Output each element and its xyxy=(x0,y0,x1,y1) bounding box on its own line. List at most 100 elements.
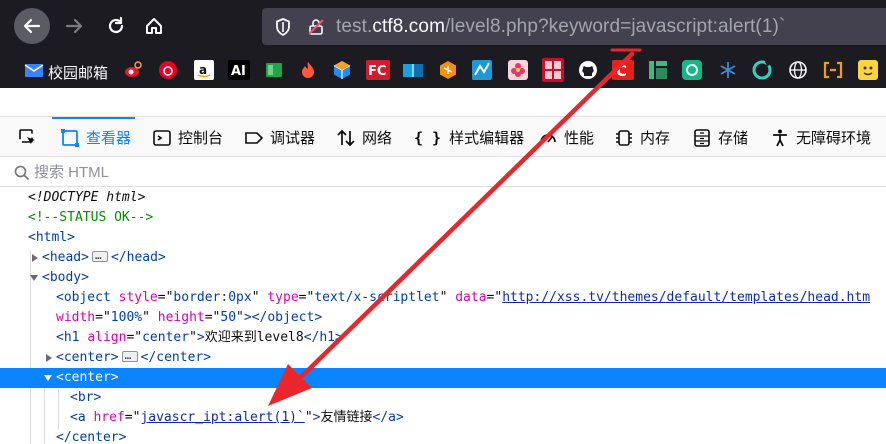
tag-html: html xyxy=(35,230,68,245)
globe-icon[interactable] xyxy=(788,60,808,80)
tab-memory[interactable]: 内存 xyxy=(614,117,670,158)
home-button[interactable] xyxy=(136,8,172,44)
tag-center: center xyxy=(63,350,111,365)
tab-style-editor[interactable]: { } 样式编辑器 xyxy=(414,117,524,158)
tab-label: 查看器 xyxy=(86,129,132,147)
tag-center: center xyxy=(63,370,111,385)
svg-text:C: C xyxy=(616,62,627,80)
arrow-left-icon xyxy=(23,18,41,34)
url-text[interactable]: test.ctf8.com/level8.php?keyword=javascr… xyxy=(336,16,785,38)
expand-toggle[interactable] xyxy=(46,354,52,362)
collapsed-ellipsis-icon[interactable] xyxy=(91,246,108,266)
page-content-strip xyxy=(0,88,886,116)
collapse-toggle[interactable] xyxy=(30,275,38,281)
orange-hex-icon[interactable] xyxy=(438,60,458,80)
tree-node-a[interactable]: <a href="javascr_ipt:alert(1)`">友情链接</a> xyxy=(0,408,886,428)
tree-node-br[interactable]: <br> xyxy=(0,388,886,408)
forward-button[interactable] xyxy=(56,8,92,44)
tag-h1: h1 xyxy=(63,330,80,345)
shield-icon[interactable] xyxy=(274,17,292,37)
expand-toggle[interactable] xyxy=(32,254,38,262)
collapsed-ellipsis-icon[interactable] xyxy=(121,346,138,366)
memory-icon xyxy=(616,129,632,146)
flower-icon[interactable] xyxy=(508,60,528,80)
tab-storage[interactable]: 存储 xyxy=(692,117,748,158)
face-icon[interactable] xyxy=(858,60,878,80)
url-prefix: test. xyxy=(336,16,373,37)
amazon-icon[interactable]: a xyxy=(194,60,214,80)
green-book-icon[interactable] xyxy=(264,60,284,80)
browser-chrome: test.ctf8.com/level8.php?keyword=javascr… xyxy=(0,0,886,88)
attr-name: style xyxy=(118,290,158,305)
tab-performance[interactable]: 性能 xyxy=(538,117,594,158)
fire-icon[interactable] xyxy=(298,60,318,80)
tree-node-center-selected[interactable]: <center> xyxy=(0,368,886,388)
a-text: 友情链接 xyxy=(320,410,373,425)
storage-icon xyxy=(694,128,710,147)
tag-br: br xyxy=(77,390,94,405)
blue-chart-icon[interactable] xyxy=(472,60,492,80)
style-editor-icon: { } xyxy=(414,128,442,147)
netease-music-icon[interactable] xyxy=(158,60,178,80)
attr-link[interactable]: javascr_ipt:alert(1)` xyxy=(140,410,304,425)
tree-node-object[interactable]: <object style="border:0px" type="text/x-… xyxy=(0,288,886,308)
attr-link[interactable]: http://xss.tv/themes/default/templates/h… xyxy=(502,290,870,305)
green-bars-icon[interactable] xyxy=(648,60,668,80)
tree-node-body[interactable]: <body> xyxy=(0,268,886,288)
tree-node-h1[interactable]: <h1 align="center">欢迎来到level8</h1> xyxy=(0,328,886,348)
cube-icon[interactable] xyxy=(332,60,352,80)
weibo-icon[interactable] xyxy=(124,60,142,80)
attr-name: height xyxy=(157,310,205,325)
reload-button[interactable] xyxy=(98,8,134,44)
url-path: /level8.php?keyword=javascript:alert(1)` xyxy=(445,16,786,37)
fc-icon[interactable]: FC xyxy=(366,60,390,80)
attr-value: center xyxy=(142,330,190,345)
csdn-icon[interactable]: C xyxy=(612,60,634,80)
tab-label: 内存 xyxy=(640,129,671,147)
debugger-icon xyxy=(245,131,264,144)
h1-text: 欢迎来到level8 xyxy=(204,330,304,345)
tab-label: 调试器 xyxy=(270,129,316,147)
back-button[interactable] xyxy=(14,8,50,44)
tab-debugger[interactable]: 调试器 xyxy=(244,117,315,158)
tree-node-head[interactable]: <head></head> xyxy=(0,246,886,268)
tree-node-html[interactable]: <html> xyxy=(0,228,886,248)
github-icon[interactable] xyxy=(578,60,598,80)
tab-inspector[interactable]: 查看器 xyxy=(51,117,136,158)
tag-a: a xyxy=(77,410,86,425)
mail-icon[interactable] xyxy=(24,60,44,82)
snowflake-icon[interactable] xyxy=(718,60,738,80)
ai-icon[interactable]: AI xyxy=(228,60,250,80)
attr-name: href xyxy=(93,410,125,425)
tree-node-doctype[interactable]: <!DOCTYPE html> xyxy=(0,188,886,208)
attr-name: width xyxy=(56,310,96,325)
address-bar[interactable]: test.ctf8.com/level8.php?keyword=javascr… xyxy=(262,8,886,45)
tab-console[interactable]: 控制台 xyxy=(152,117,223,158)
collapse-toggle[interactable] xyxy=(44,375,52,381)
tree-node-comment[interactable]: <!--STATUS OK--> xyxy=(0,208,886,228)
search-html-input[interactable] xyxy=(34,161,634,183)
tag-head-close: head xyxy=(126,250,158,265)
bracket-icon[interactable] xyxy=(822,60,844,80)
tab-network[interactable]: 网络 xyxy=(336,117,392,158)
red-seal-icon[interactable] xyxy=(542,58,564,82)
search-icon xyxy=(14,165,30,181)
reload-icon xyxy=(108,16,124,34)
home-icon xyxy=(146,18,162,34)
tree-node-object-cont[interactable]: width="100%" height="50"></object> xyxy=(0,308,886,328)
arrow-right-icon xyxy=(65,18,83,34)
tag-h1-close: h1 xyxy=(319,330,336,345)
element-picker-button[interactable] xyxy=(18,117,38,158)
blue-book-icon[interactable] xyxy=(402,60,424,80)
green-badge-icon[interactable] xyxy=(682,60,702,80)
tab-accessibility[interactable]: 无障碍环境 xyxy=(770,117,871,158)
c-ring-icon[interactable] xyxy=(752,59,772,80)
attr-value: border:0px xyxy=(173,290,252,305)
insecure-lock-icon[interactable] xyxy=(306,17,326,37)
tab-label: 无障碍环境 xyxy=(796,129,872,147)
accessibility-icon xyxy=(773,129,787,146)
bookmark-label-mail[interactable]: 校园邮箱 xyxy=(48,62,108,83)
tree-node-center-collapsed[interactable]: <center></center> xyxy=(0,346,886,368)
devtools-toolbar: 查看器 控制台 调试器 网络 { } 样式编辑器 性能 内存 存储 无障碍环境 xyxy=(0,116,886,157)
tree-node-center-close[interactable]: </center> xyxy=(0,428,886,444)
